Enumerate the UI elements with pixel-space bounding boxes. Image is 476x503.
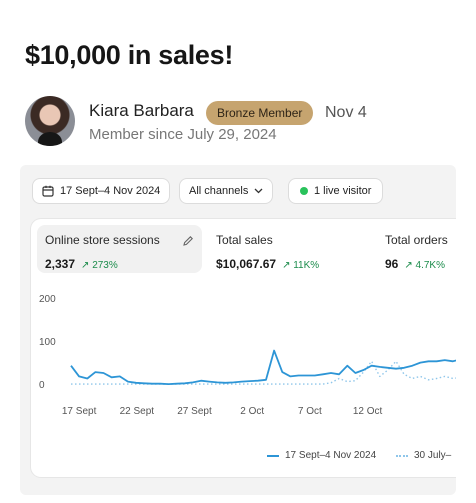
legend-solid-swatch [267, 454, 279, 457]
date-range-button[interactable]: 17 Sept–4 Nov 2024 [32, 178, 171, 204]
live-visitor-button[interactable]: 1 live visitor [288, 178, 384, 204]
metric-number: 2,337 [45, 257, 76, 271]
y-tick-label: 0 [39, 380, 45, 391]
calendar-icon [42, 185, 54, 197]
analytics-screenshot: 17 Sept–4 Nov 2024 All channels 1 live v… [20, 165, 456, 495]
x-tick-label: 2 Oct [240, 406, 264, 417]
x-tick-label: 22 Sept [120, 406, 155, 417]
post-date: Nov 4 [325, 104, 367, 121]
metric-delta: ↗ 4.7K% [404, 260, 445, 271]
date-range-label: 17 Sept–4 Nov 2024 [60, 185, 161, 197]
metric-delta: ↗ 273% [81, 260, 118, 271]
avatar[interactable] [25, 96, 75, 146]
metric-value: 96 ↗ 4.7K% [385, 257, 456, 271]
metric-sessions[interactable]: Online store sessions 2,337 ↗ 273% [37, 225, 202, 273]
metric-total-orders[interactable]: Total orders 96 ↗ 4.7K% [377, 225, 456, 273]
chevron-down-icon [254, 188, 263, 194]
author-row: Kiara Barbara Bronze Member Nov 4 Member… [25, 96, 465, 150]
metric-value: 2,337 ↗ 273% [45, 257, 194, 271]
author-name[interactable]: Kiara Barbara [89, 101, 194, 121]
legend-current-label: 17 Sept–4 Nov 2024 [285, 450, 377, 461]
metric-total-sales[interactable]: Total sales $10,067.67 ↗ 11K% [208, 225, 368, 273]
channel-select[interactable]: All channels [179, 178, 274, 204]
metric-label: Total orders [385, 233, 448, 247]
x-tick-label: 27 Sept [177, 406, 212, 417]
legend-previous[interactable]: 30 July– [396, 450, 451, 461]
chart-legend: 17 Sept–4 Nov 2024 30 July– [31, 447, 456, 467]
x-tick-label: 7 Oct [298, 406, 322, 417]
metric-label: Online store sessions [45, 233, 160, 247]
current-series-line [70, 349, 456, 385]
channel-label: All channels [189, 185, 249, 197]
sessions-line-chart: 200 100 0 17 Sept 22 Sept 27 Sept 2 Oct 7 Oct 12… [39, 294, 456, 417]
pencil-icon[interactable] [182, 235, 194, 247]
live-dot-icon [300, 187, 308, 195]
y-tick-label: 100 [39, 337, 56, 348]
y-tick-label: 200 [39, 294, 56, 305]
x-tick-label: 12 Oct [353, 406, 383, 417]
legend-dotted-swatch [396, 454, 408, 457]
member-badge: Bronze Member [206, 101, 314, 125]
metric-label: Total sales [216, 233, 273, 247]
metric-number: 96 [385, 257, 399, 271]
post-title: $10,000 in sales! [25, 40, 234, 70]
metrics-card: Online store sessions 2,337 ↗ 273% Total … [31, 219, 456, 477]
live-visitor-label: 1 live visitor [314, 185, 372, 197]
metric-delta: ↗ 11K% [282, 260, 320, 271]
metric-value: $10,067.67 ↗ 11K% [216, 257, 360, 271]
x-tick-label: 17 Sept [62, 406, 97, 417]
legend-previous-label: 30 July– [414, 450, 452, 461]
metric-number: $10,067.67 [216, 257, 277, 271]
member-since: Member since July 29, 2024 [89, 126, 277, 143]
legend-current[interactable]: 17 Sept–4 Nov 2024 [267, 450, 376, 461]
